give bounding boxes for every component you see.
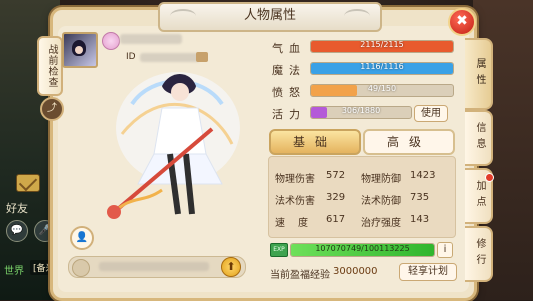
vitality-bar: 306/1880 [310,106,412,119]
mp-label: 魔法 [272,64,306,77]
title-icon [72,259,90,277]
tab-basic[interactable]: 基础 [269,129,361,155]
upload-icon[interactable]: ⬆ [221,257,241,277]
attr-label: 法术伤害 [275,196,315,207]
character-portrait [107,72,240,219]
hp-label: 气血 [272,42,306,55]
tab-advanced[interactable]: 高级 [363,129,455,155]
player-info-icon[interactable]: 👤 [70,226,94,250]
use-button[interactable]: 使用 [414,105,448,122]
rage-value: 49/150 [367,84,397,93]
attr-label: 物理防御 [361,174,401,185]
school-badge-icon [102,32,120,50]
friends-label[interactable]: 好友 [6,200,28,216]
title-selector[interactable] [68,256,246,278]
rage-bar: 49/150 [310,84,454,97]
tab-cultivation[interactable]: 修行 [465,226,493,282]
attr-value: 572 [326,170,346,181]
panel-title: 人物属性 [158,2,382,32]
close-button[interactable]: ✖ [448,8,476,36]
world-channel-label[interactable]: 世界 [4,262,24,277]
hp-bar: 2115/2115 [310,40,454,53]
attr-value: 143 [410,214,430,225]
notification-dot [485,173,494,182]
surplus-exp-label: 当前盈福经验 [270,270,330,281]
attr-value: 1423 [410,170,436,181]
title-redacted [99,262,209,271]
player-id-redacted [140,53,200,62]
surplus-exp-value: 3000000 [333,266,378,277]
attr-value: 735 [410,192,430,203]
attr-label: 速度 [275,218,321,229]
mp-bar: 1116/1116 [310,62,454,75]
prebattle-check-tab[interactable]: 战前检查 [37,36,63,96]
attr-label: 物理伤害 [275,174,315,185]
mp-value: 1116/1116 [360,62,404,71]
player-name-redacted [120,34,182,44]
mail-icon[interactable] [16,174,40,192]
experience-icon: EXP [270,243,288,257]
share-icon[interactable]: ⤴ [40,97,64,121]
vitality-value: 306/1880 [341,106,381,115]
card-icon [196,52,208,62]
id-label: ID [126,52,136,62]
tab-info[interactable]: 信息 [465,110,493,166]
vitality-label: 活力 [272,108,306,121]
hp-value: 2115/2115 [360,40,404,49]
experience-value: 107070749/100113225 [315,244,410,253]
experience-bar: 107070749/100113225 [290,243,435,257]
attr-value: 617 [326,214,346,225]
chat-icon[interactable]: 💬 [6,220,28,242]
attr-value: 329 [326,192,346,203]
attr-label: 法术防御 [361,196,401,207]
rage-label: 愤怒 [272,86,306,99]
attr-label: 治疗强度 [361,218,401,229]
light-plan-button[interactable]: 轻享计划 [399,263,457,281]
avatar[interactable] [62,32,98,68]
tab-attributes[interactable]: 属性 [465,38,493,110]
info-icon[interactable]: i [437,242,453,258]
